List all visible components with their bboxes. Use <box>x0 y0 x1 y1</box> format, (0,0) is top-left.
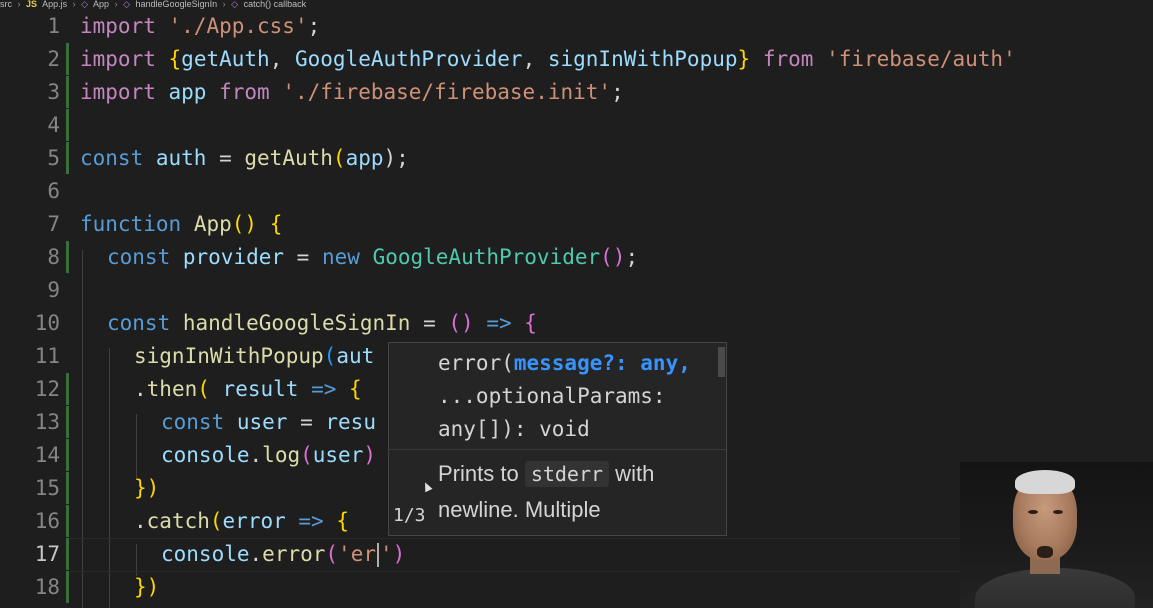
code-text[interactable]: function App() { <box>80 208 282 240</box>
line-number: 8 <box>47 245 60 269</box>
code-text[interactable]: console.error('er ') <box>161 538 405 570</box>
line-number: 2 <box>47 47 60 71</box>
line-number: 17 <box>34 542 60 566</box>
symbol-icon: ◇ <box>123 0 131 9</box>
overload-counter[interactable]: 1/3 <box>393 505 426 526</box>
code-text[interactable]: .then( result => { <box>134 373 362 405</box>
code-text[interactable]: const handleGoogleSignIn = () => { <box>107 307 537 339</box>
line-number: 18 <box>34 575 60 599</box>
code-text[interactable]: const auth = getAuth(app); <box>80 142 409 174</box>
code-line[interactable]: 6 <box>0 175 1153 207</box>
breadcrumb-callback[interactable]: catch() callback <box>244 0 307 9</box>
line-number: 15 <box>34 476 60 500</box>
git-modified-marker[interactable] <box>66 109 69 141</box>
code-text[interactable]: }) <box>134 571 159 603</box>
code-text[interactable]: const provider = new GoogleAuthProvider(… <box>107 241 638 273</box>
code-line[interactable]: 9 <box>0 274 1153 306</box>
code-text[interactable]: import app from './firebase/firebase.ini… <box>80 76 624 108</box>
line-number: 6 <box>47 179 60 203</box>
presenter-eye <box>1053 510 1063 514</box>
webcam-overlay <box>960 462 1153 608</box>
line-number: 10 <box>34 311 60 335</box>
git-modified-marker[interactable] <box>66 406 69 438</box>
code-text[interactable]: import {getAuth, GoogleAuthProvider, sig… <box>80 43 1016 75</box>
line-number: 14 <box>34 443 60 467</box>
breadcrumb-src[interactable]: src <box>0 0 12 9</box>
symbol-icon: ◇ <box>81 0 89 9</box>
breadcrumb-app[interactable]: App <box>93 0 109 9</box>
code-text[interactable]: const user = resu <box>161 406 376 438</box>
line-number: 13 <box>34 410 60 434</box>
popup-scrollbar[interactable] <box>718 347 725 377</box>
chevron-right-icon: › <box>17 0 21 9</box>
chevron-right-icon: › <box>114 0 118 9</box>
presenter-beard <box>1037 546 1053 558</box>
git-modified-marker[interactable] <box>66 373 69 405</box>
code-line[interactable]: 10 const handleGoogleSignIn = () => { <box>0 307 1153 339</box>
line-number: 16 <box>34 509 60 533</box>
line-number: 1 <box>47 14 60 38</box>
code-line[interactable]: 3 import app from './firebase/firebase.i… <box>0 76 1153 108</box>
line-number: 5 <box>47 146 60 170</box>
breadcrumb-file[interactable]: App.js <box>42 0 67 9</box>
presenter-hair <box>1015 470 1075 494</box>
popup-divider <box>389 449 726 450</box>
code-line[interactable]: 2 import {getAuth, GoogleAuthProvider, s… <box>0 43 1153 75</box>
code-text[interactable]: }) <box>134 472 159 504</box>
code-line[interactable]: 1 import './App.css'; <box>0 10 1153 42</box>
git-modified-marker[interactable] <box>66 505 69 537</box>
git-modified-marker[interactable] <box>66 439 69 471</box>
line-number: 7 <box>47 212 60 236</box>
code-text[interactable]: import './App.css'; <box>80 10 320 42</box>
git-modified-marker[interactable] <box>66 538 69 570</box>
code-line[interactable]: 4 <box>0 109 1153 141</box>
code-text[interactable]: signInWithPopup(aut <box>134 340 374 372</box>
signature-text: error(message?: any, ...optionalParams: … <box>438 351 691 441</box>
git-modified-marker[interactable] <box>66 76 69 108</box>
code-text[interactable]: .catch(error => { <box>134 505 349 537</box>
line-number: 11 <box>34 344 60 368</box>
git-modified-marker[interactable] <box>66 241 69 273</box>
code-line[interactable]: 5 const auth = getAuth(app); <box>0 142 1153 174</box>
git-modified-marker[interactable] <box>66 43 69 75</box>
js-file-icon: JS <box>26 0 38 9</box>
code-text[interactable]: console.log(user) <box>161 439 376 471</box>
line-number: 3 <box>47 80 60 104</box>
signature-documentation: Prints to stderr with newline. Multiple <box>438 461 655 522</box>
git-modified-marker[interactable] <box>66 142 69 174</box>
chevron-right-icon: › <box>72 0 76 9</box>
signature-help-popup[interactable]: error(message?: any, ...optionalParams: … <box>388 342 727 536</box>
line-number: 12 <box>34 377 60 401</box>
git-modified-marker[interactable] <box>66 571 69 603</box>
breadcrumb: src › JS App.js › ◇ App › ◇ handleGoogle… <box>0 0 1153 10</box>
git-modified-marker[interactable] <box>66 472 69 504</box>
chevron-right-icon: › <box>222 0 226 9</box>
line-number: 4 <box>47 113 60 137</box>
presenter-shirt <box>975 568 1135 608</box>
code-line[interactable]: 8 const provider = new GoogleAuthProvide… <box>0 241 1153 273</box>
symbol-icon: ◇ <box>231 0 239 9</box>
code-line[interactable]: 7 function App() { <box>0 208 1153 240</box>
breadcrumb-handler[interactable]: handleGoogleSignIn <box>136 0 218 9</box>
text-cursor <box>376 543 379 567</box>
presenter-eye <box>1028 510 1038 514</box>
line-number: 9 <box>47 278 60 302</box>
